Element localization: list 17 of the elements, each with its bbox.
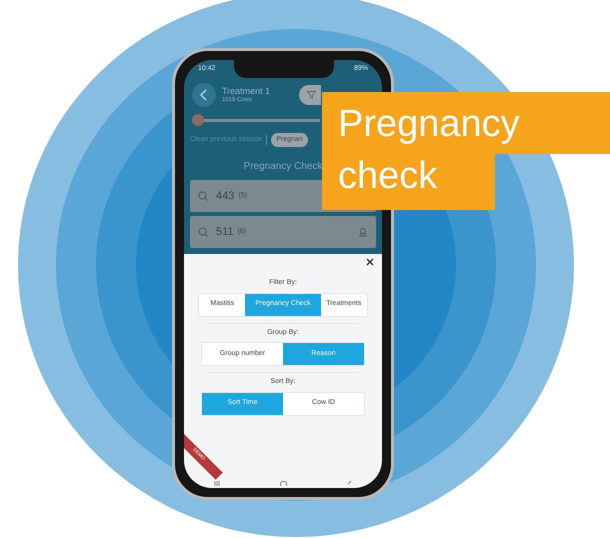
screen-title: Treatment 1 [222,86,270,96]
magnifier-icon [198,191,208,201]
cow-group-id: 511 [216,224,234,240]
recent-apps-icon[interactable] [214,480,220,486]
banner-text: Pregnancy [322,92,610,154]
filter-button[interactable] [299,85,321,105]
slider-thumb[interactable] [192,114,204,126]
session-slider[interactable] [192,112,320,128]
banner-text: check [322,154,495,210]
magnifier-icon [198,227,208,237]
back-button[interactable] [192,83,216,107]
cow-group-id: 443 [216,188,234,204]
funnel-icon [307,91,316,99]
close-icon[interactable] [366,258,374,266]
list-title: Pregnancy Check [244,160,322,174]
back-icon [200,89,208,101]
home-icon[interactable] [280,480,287,486]
